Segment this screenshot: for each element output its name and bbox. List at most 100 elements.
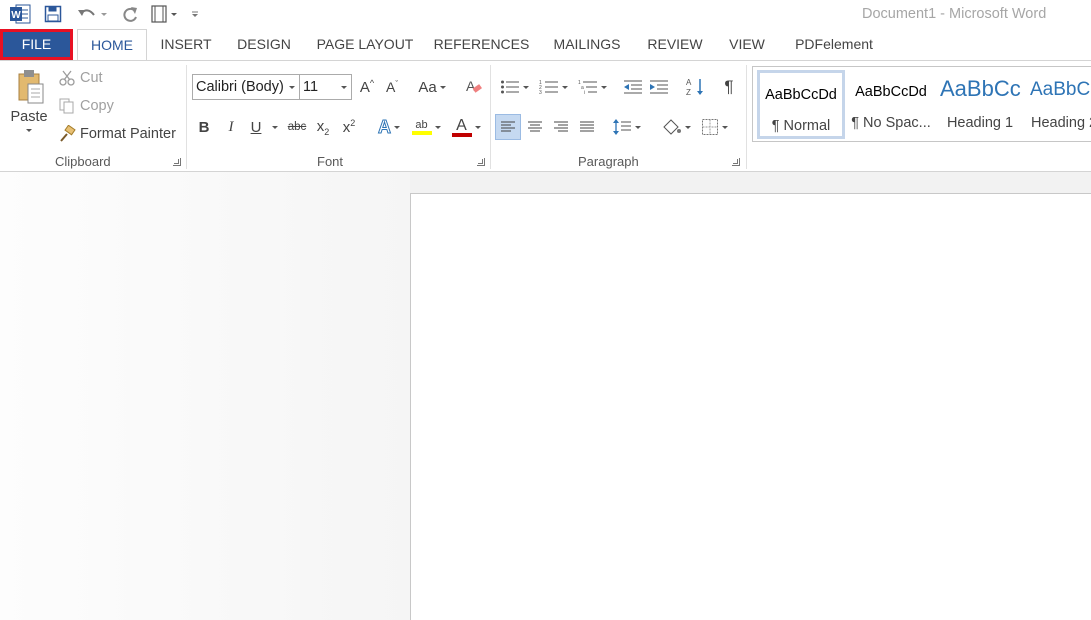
word-icon[interactable]: W xyxy=(8,4,32,24)
redo-icon[interactable] xyxy=(118,4,142,24)
borders-button[interactable] xyxy=(697,114,731,140)
numbering-button[interactable]: 1 2 3 xyxy=(535,74,571,100)
font-size-combo[interactable]: 11 xyxy=(299,74,352,100)
decrease-indent-icon xyxy=(624,80,642,94)
group-divider xyxy=(490,65,491,169)
show-formatting-button[interactable]: ¶ xyxy=(717,74,741,100)
change-case-button[interactable]: Aa xyxy=(414,74,450,100)
font-color-button[interactable]: A xyxy=(448,114,484,140)
style-name: ¶ Normal xyxy=(771,118,831,134)
shading-button[interactable] xyxy=(656,114,694,140)
format-painter-icon xyxy=(60,125,76,142)
justify-button[interactable] xyxy=(574,114,600,140)
align-center-button[interactable] xyxy=(522,114,548,140)
tab-page-layout[interactable]: PAGE LAYOUT xyxy=(310,29,420,60)
paste-dropdown-icon xyxy=(26,129,32,132)
document-page[interactable] xyxy=(410,193,1091,620)
paint-bucket-icon xyxy=(662,119,681,135)
window-title: Document1 - Microsoft Word xyxy=(862,6,1047,22)
clipboard-launcher-icon[interactable] xyxy=(173,158,181,166)
chevron-down-icon xyxy=(271,125,278,129)
svg-text:A: A xyxy=(686,78,692,87)
shrink-font-button[interactable]: Aˇ xyxy=(381,74,403,100)
clear-formatting-button[interactable]: A xyxy=(462,74,486,100)
style-preview: AaBbCc xyxy=(940,76,1021,101)
increase-indent-icon xyxy=(650,80,668,94)
font-size-value: 11 xyxy=(303,79,319,95)
group-divider xyxy=(746,65,747,169)
style-normal[interactable]: AaBbCcDd ¶ Normal xyxy=(757,70,845,139)
change-case-icon: Aa xyxy=(418,78,437,96)
cut-button[interactable]: Cut xyxy=(58,68,103,88)
font-name-combo[interactable]: Calibri (Body) xyxy=(192,74,300,100)
style-heading-1[interactable]: AaBbCc Heading 1 xyxy=(937,70,1023,139)
tab-file[interactable]: FILE xyxy=(0,29,73,60)
strikethrough-button[interactable]: abc xyxy=(284,114,310,140)
paragraph-group-label: Paragraph xyxy=(578,154,639,169)
font-group-label: Font xyxy=(317,154,344,169)
align-left-icon xyxy=(501,121,515,132)
style-name: Heading 2 xyxy=(1031,115,1091,131)
document-canvas xyxy=(0,172,1091,620)
bold-button[interactable]: B xyxy=(193,114,215,140)
bullets-icon xyxy=(500,80,519,94)
tab-mailings[interactable]: MAILINGS xyxy=(544,29,630,60)
style-preview: AaBbCc xyxy=(1030,79,1091,100)
tab-design[interactable]: DESIGN xyxy=(228,29,300,60)
format-painter-button[interactable]: Format Painter xyxy=(58,124,176,144)
line-spacing-button[interactable] xyxy=(608,114,644,140)
style-preview: AaBbCcDd xyxy=(765,87,837,103)
style-name: ¶ No Spac... xyxy=(851,115,931,131)
save-icon[interactable] xyxy=(42,4,64,24)
font-name-value: Calibri (Body) xyxy=(196,79,284,95)
ribbon-tabs: FILE HOME INSERT DESIGN PAGE LAYOUT REFE… xyxy=(0,29,1091,61)
multilevel-list-button[interactable]: 1 a i xyxy=(574,74,610,100)
italic-button[interactable]: I xyxy=(220,114,242,140)
subscript-button[interactable]: x2 xyxy=(312,114,334,140)
touch-mode-icon[interactable] xyxy=(146,4,180,24)
underline-dropdown[interactable] xyxy=(266,114,280,140)
grow-font-icon: A^ xyxy=(359,78,375,96)
clipboard-group-label: Clipboard xyxy=(55,154,111,169)
style-no-spacing[interactable]: AaBbCcDd ¶ No Spac... xyxy=(847,70,935,139)
tab-pdfelement[interactable]: PDFelement xyxy=(784,29,884,60)
copy-button[interactable]: Copy xyxy=(58,96,114,116)
grow-font-button[interactable]: A^ xyxy=(356,74,378,100)
paragraph-launcher-icon[interactable] xyxy=(732,158,740,166)
underline-button[interactable]: U xyxy=(246,114,266,140)
tab-insert[interactable]: INSERT xyxy=(151,29,221,60)
undo-icon[interactable] xyxy=(74,4,108,24)
font-launcher-icon[interactable] xyxy=(477,158,485,166)
highlight-color-button[interactable]: ab xyxy=(408,114,444,140)
copy-icon xyxy=(59,98,74,114)
customize-icon[interactable] xyxy=(188,4,202,24)
title-bar: W Document1 - Microsoft Word xyxy=(0,0,1091,30)
paste-button[interactable]: Paste xyxy=(6,67,52,147)
borders-icon xyxy=(701,119,718,135)
svg-text:A: A xyxy=(466,78,476,94)
shrink-font-icon: Aˇ xyxy=(385,79,398,95)
tab-home[interactable]: HOME xyxy=(77,29,147,61)
superscript-button[interactable]: x2 xyxy=(338,114,360,140)
sort-button[interactable]: A Z xyxy=(683,74,707,100)
font-size-dropdown-icon xyxy=(341,86,347,89)
paste-icon xyxy=(18,70,44,104)
align-right-button[interactable] xyxy=(548,114,574,140)
align-left-button[interactable] xyxy=(495,114,521,140)
tab-view[interactable]: VIEW xyxy=(720,29,774,60)
text-effects-button[interactable]: A xyxy=(372,114,406,140)
svg-text:i: i xyxy=(584,90,585,95)
decrease-indent-button[interactable] xyxy=(621,74,645,100)
style-preview: AaBbCcDd xyxy=(855,84,927,100)
bullets-button[interactable] xyxy=(496,74,532,100)
style-heading-2[interactable]: AaBbCc Heading 2 xyxy=(1027,70,1091,139)
tab-references[interactable]: REFERENCES xyxy=(429,29,534,60)
line-spacing-icon xyxy=(612,119,631,135)
style-name: Heading 1 xyxy=(946,115,1014,131)
font-color-icon: A xyxy=(451,117,472,137)
numbering-icon: 1 2 3 xyxy=(539,80,558,95)
paste-label: Paste xyxy=(10,109,48,125)
tab-review[interactable]: REVIEW xyxy=(640,29,710,60)
increase-indent-button[interactable] xyxy=(647,74,671,100)
align-center-icon xyxy=(528,121,542,132)
